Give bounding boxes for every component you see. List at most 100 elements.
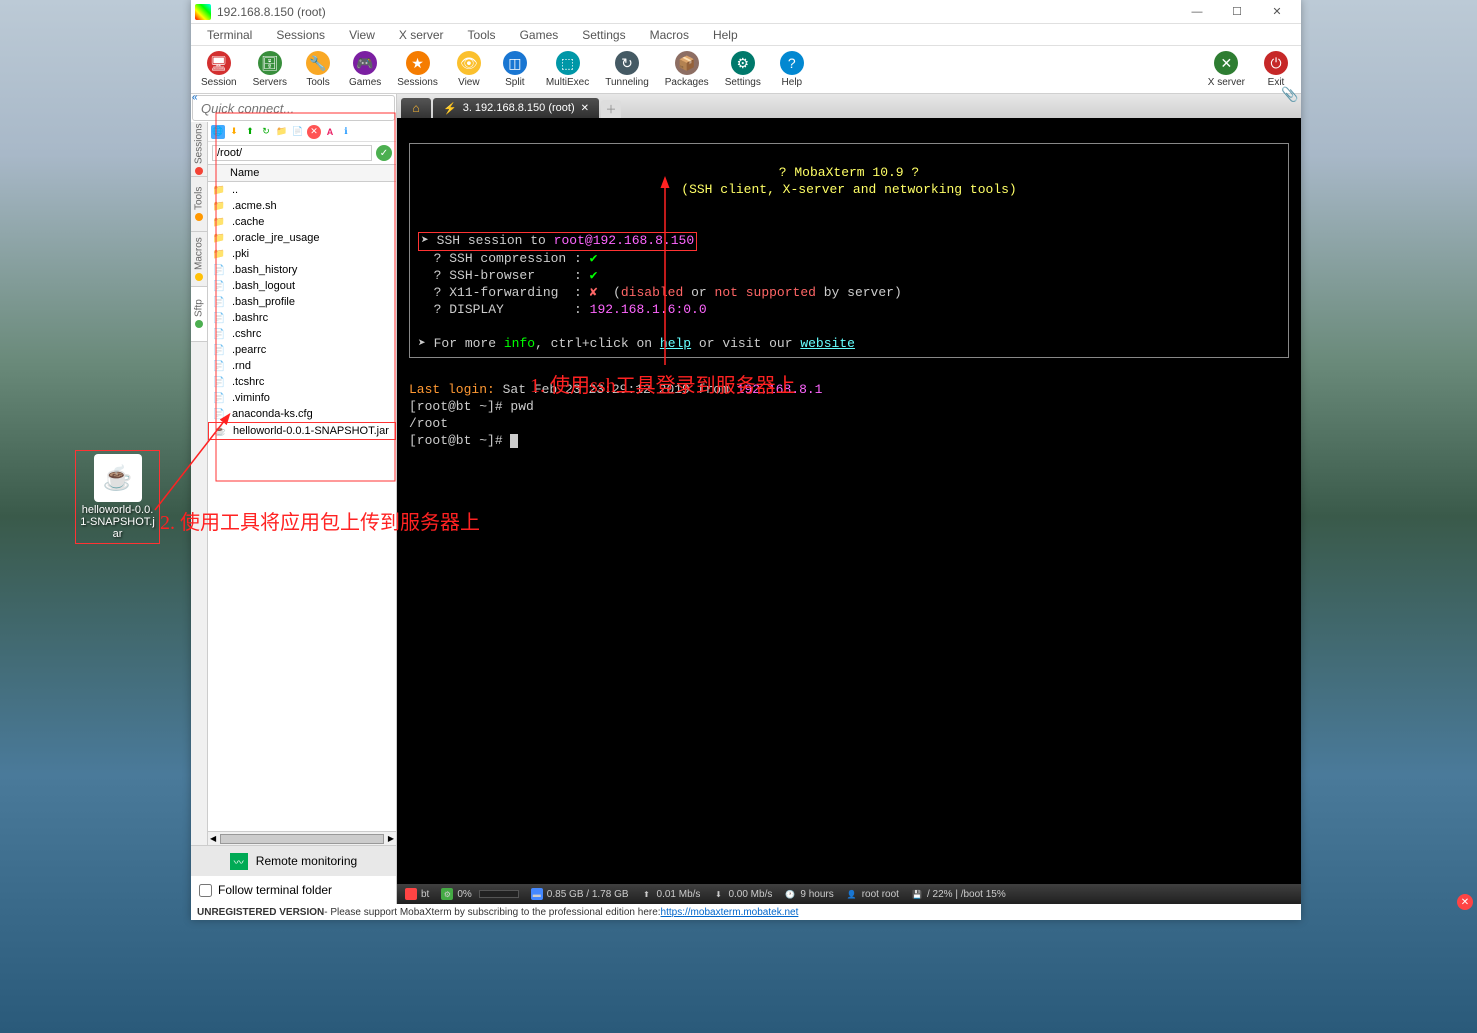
sftp-refresh-icon[interactable]: ↻ — [259, 125, 273, 139]
file-icon: 📄 — [212, 343, 226, 357]
file-row[interactable]: 📁.acme.sh — [208, 198, 396, 214]
sftp-path-input[interactable] — [212, 145, 372, 161]
file-row[interactable]: 📄.pearrc — [208, 342, 396, 358]
file-icon: 📄 — [212, 407, 226, 421]
sftp-scrollbar[interactable]: ◀ ▶ — [208, 831, 396, 845]
menu-settings[interactable]: Settings — [570, 26, 637, 44]
sftp-globe-icon[interactable]: 🌐 — [211, 125, 225, 139]
file-list-header[interactable]: Name — [208, 165, 396, 182]
terminal-tab-add[interactable]: ＋ — [601, 100, 621, 118]
sftp-download-icon[interactable]: ⬇ — [227, 125, 241, 139]
toolbar-tools[interactable]: 🔧Tools — [299, 49, 337, 90]
folder-icon: 📁 — [212, 199, 226, 213]
menu-x-server[interactable]: X server — [387, 26, 456, 44]
toolbar-view[interactable]: 👁View — [450, 49, 488, 90]
file-row[interactable]: 📄.bash_logout — [208, 278, 396, 294]
file-row[interactable]: 📁.oracle_jre_usage — [208, 230, 396, 246]
toolbar-tunneling[interactable]: ↻Tunneling — [601, 49, 653, 90]
status-host: bt — [405, 888, 429, 900]
follow-terminal-input[interactable] — [199, 884, 212, 897]
toolbar-sessions[interactable]: ★Sessions — [393, 49, 442, 90]
file-row[interactable]: 📄.bashrc — [208, 310, 396, 326]
terminal-cursor — [510, 434, 518, 448]
toolbar-exit[interactable]: ⏻Exit — [1257, 49, 1295, 90]
sftp-toolbar: 🌐 ⬇ ⬆ ↻ 📁 📄 ✕ A ℹ — [208, 122, 396, 142]
games-icon: 🎮 — [353, 51, 377, 75]
toolbar-multiexec[interactable]: ⬚MultiExec — [542, 49, 593, 90]
toolbar-servers[interactable]: 🗄Servers — [249, 49, 291, 90]
folder-icon: 📁 — [212, 215, 226, 229]
titlebar[interactable]: 192.168.8.150 (root) — ☐ ✕ — [191, 0, 1301, 24]
file-row[interactable]: 📄.cshrc — [208, 326, 396, 342]
file-row[interactable]: 📁.pki — [208, 246, 396, 262]
folder-icon: 📁 — [212, 231, 226, 245]
tunneling-icon: ↻ — [615, 51, 639, 75]
desktop-jar-icon[interactable]: ☕ helloworld-0.0.1-SNAPSHOT.jar — [75, 450, 160, 544]
file-row[interactable]: 📁.. — [208, 182, 396, 198]
close-button[interactable]: ✕ — [1257, 1, 1297, 23]
menu-macros[interactable]: Macros — [638, 26, 701, 44]
file-row[interactable]: ☕helloworld-0.0.1-SNAPSHOT.jar — [208, 422, 396, 440]
file-row[interactable]: 📄.bash_history — [208, 262, 396, 278]
menu-sessions[interactable]: Sessions — [264, 26, 337, 44]
menu-terminal[interactable]: Terminal — [195, 26, 264, 44]
sessions-icon: ★ — [406, 51, 430, 75]
side-tab-sftp[interactable]: Sftp — [191, 287, 207, 342]
maximize-button[interactable]: ☐ — [1217, 1, 1257, 23]
file-row[interactable]: 📄.viminfo — [208, 390, 396, 406]
terminal-tab[interactable]: ⚡ 3. 192.168.8.150 (root) ✕ — [433, 98, 599, 118]
sftp-info-icon[interactable]: ℹ — [339, 125, 353, 139]
file-row[interactable]: 📁.cache — [208, 214, 396, 230]
minimize-button[interactable]: — — [1177, 1, 1217, 23]
toolbar-split[interactable]: ◫Split — [496, 49, 534, 90]
file-row[interactable]: 📄anaconda-ks.cfg — [208, 406, 396, 422]
sftp-delete-icon[interactable]: ✕ — [307, 125, 321, 139]
tab-close-icon[interactable]: ✕ — [581, 103, 589, 114]
toolbar-help[interactable]: ?Help — [773, 49, 811, 90]
sftp-upload-icon[interactable]: ⬆ — [243, 125, 257, 139]
sftp-path-ok-icon[interactable]: ✓ — [376, 145, 392, 161]
sftp-text-icon[interactable]: A — [323, 125, 337, 139]
desktop: ☕ helloworld-0.0.1-SNAPSHOT.jar 192.168.… — [0, 0, 1477, 1033]
settings-icon: ⚙ — [731, 51, 755, 75]
toolbar-games[interactable]: 🎮Games — [345, 49, 385, 90]
side-tab-strip: SessionsToolsMacrosSftp — [191, 122, 208, 845]
file-icon: 📄 — [212, 327, 226, 341]
file-row[interactable]: 📄.bash_profile — [208, 294, 396, 310]
side-tab-tools[interactable]: Tools — [191, 177, 207, 232]
toolbar-settings[interactable]: ⚙Settings — [721, 49, 765, 90]
footer-link[interactable]: https://mobaxterm.mobatek.net — [661, 907, 799, 918]
flash-icon: ⚡ — [443, 102, 457, 115]
toolbar-x-server[interactable]: ✕X server — [1204, 49, 1249, 90]
mobaxterm-window: 192.168.8.150 (root) — ☐ ✕ TerminalSessi… — [191, 0, 1301, 920]
terminal-tab-home[interactable]: ⌂ — [401, 98, 431, 118]
file-row[interactable]: 📄.tcshrc — [208, 374, 396, 390]
menu-help[interactable]: Help — [701, 26, 750, 44]
statusbar-close-icon[interactable]: ✕ — [1457, 894, 1473, 910]
menu-view[interactable]: View — [337, 26, 387, 44]
menu-games[interactable]: Games — [508, 26, 571, 44]
file-icon: 📄 — [212, 263, 226, 277]
x server-icon: ✕ — [1214, 51, 1238, 75]
attachment-icon[interactable]: 📎 — [1281, 86, 1297, 102]
app-icon — [195, 4, 211, 20]
file-icon: 📄 — [212, 359, 226, 373]
status-disk: 💾/ 22% | /boot 15% — [911, 888, 1006, 900]
menubar: TerminalSessionsViewX serverToolsGamesSe… — [191, 24, 1301, 46]
terminal[interactable]: ? MobaXterm 10.9 ? (SSH client, X-server… — [397, 118, 1301, 884]
packages-icon: 📦 — [675, 51, 699, 75]
sftp-newfolder-icon[interactable]: 📁 — [275, 125, 289, 139]
toolbar-session[interactable]: 🖥Session — [197, 49, 241, 90]
sftp-newfile-icon[interactable]: 📄 — [291, 125, 305, 139]
side-tab-macros[interactable]: Macros — [191, 232, 207, 287]
follow-terminal-checkbox[interactable]: Follow terminal folder — [191, 876, 396, 904]
collapse-sidebar-icon[interactable]: « — [192, 92, 206, 104]
status-down: ⬇0.00 Mb/s — [712, 888, 772, 900]
menu-tools[interactable]: Tools — [456, 26, 508, 44]
toolbar-packages[interactable]: 📦Packages — [661, 49, 713, 90]
quick-connect-input[interactable] — [192, 95, 395, 121]
remote-monitoring-button[interactable]: 〰 Remote monitoring — [191, 846, 396, 876]
file-row[interactable]: 📄.rnd — [208, 358, 396, 374]
side-tab-sessions[interactable]: Sessions — [191, 122, 207, 177]
view-icon: 👁 — [457, 51, 481, 75]
